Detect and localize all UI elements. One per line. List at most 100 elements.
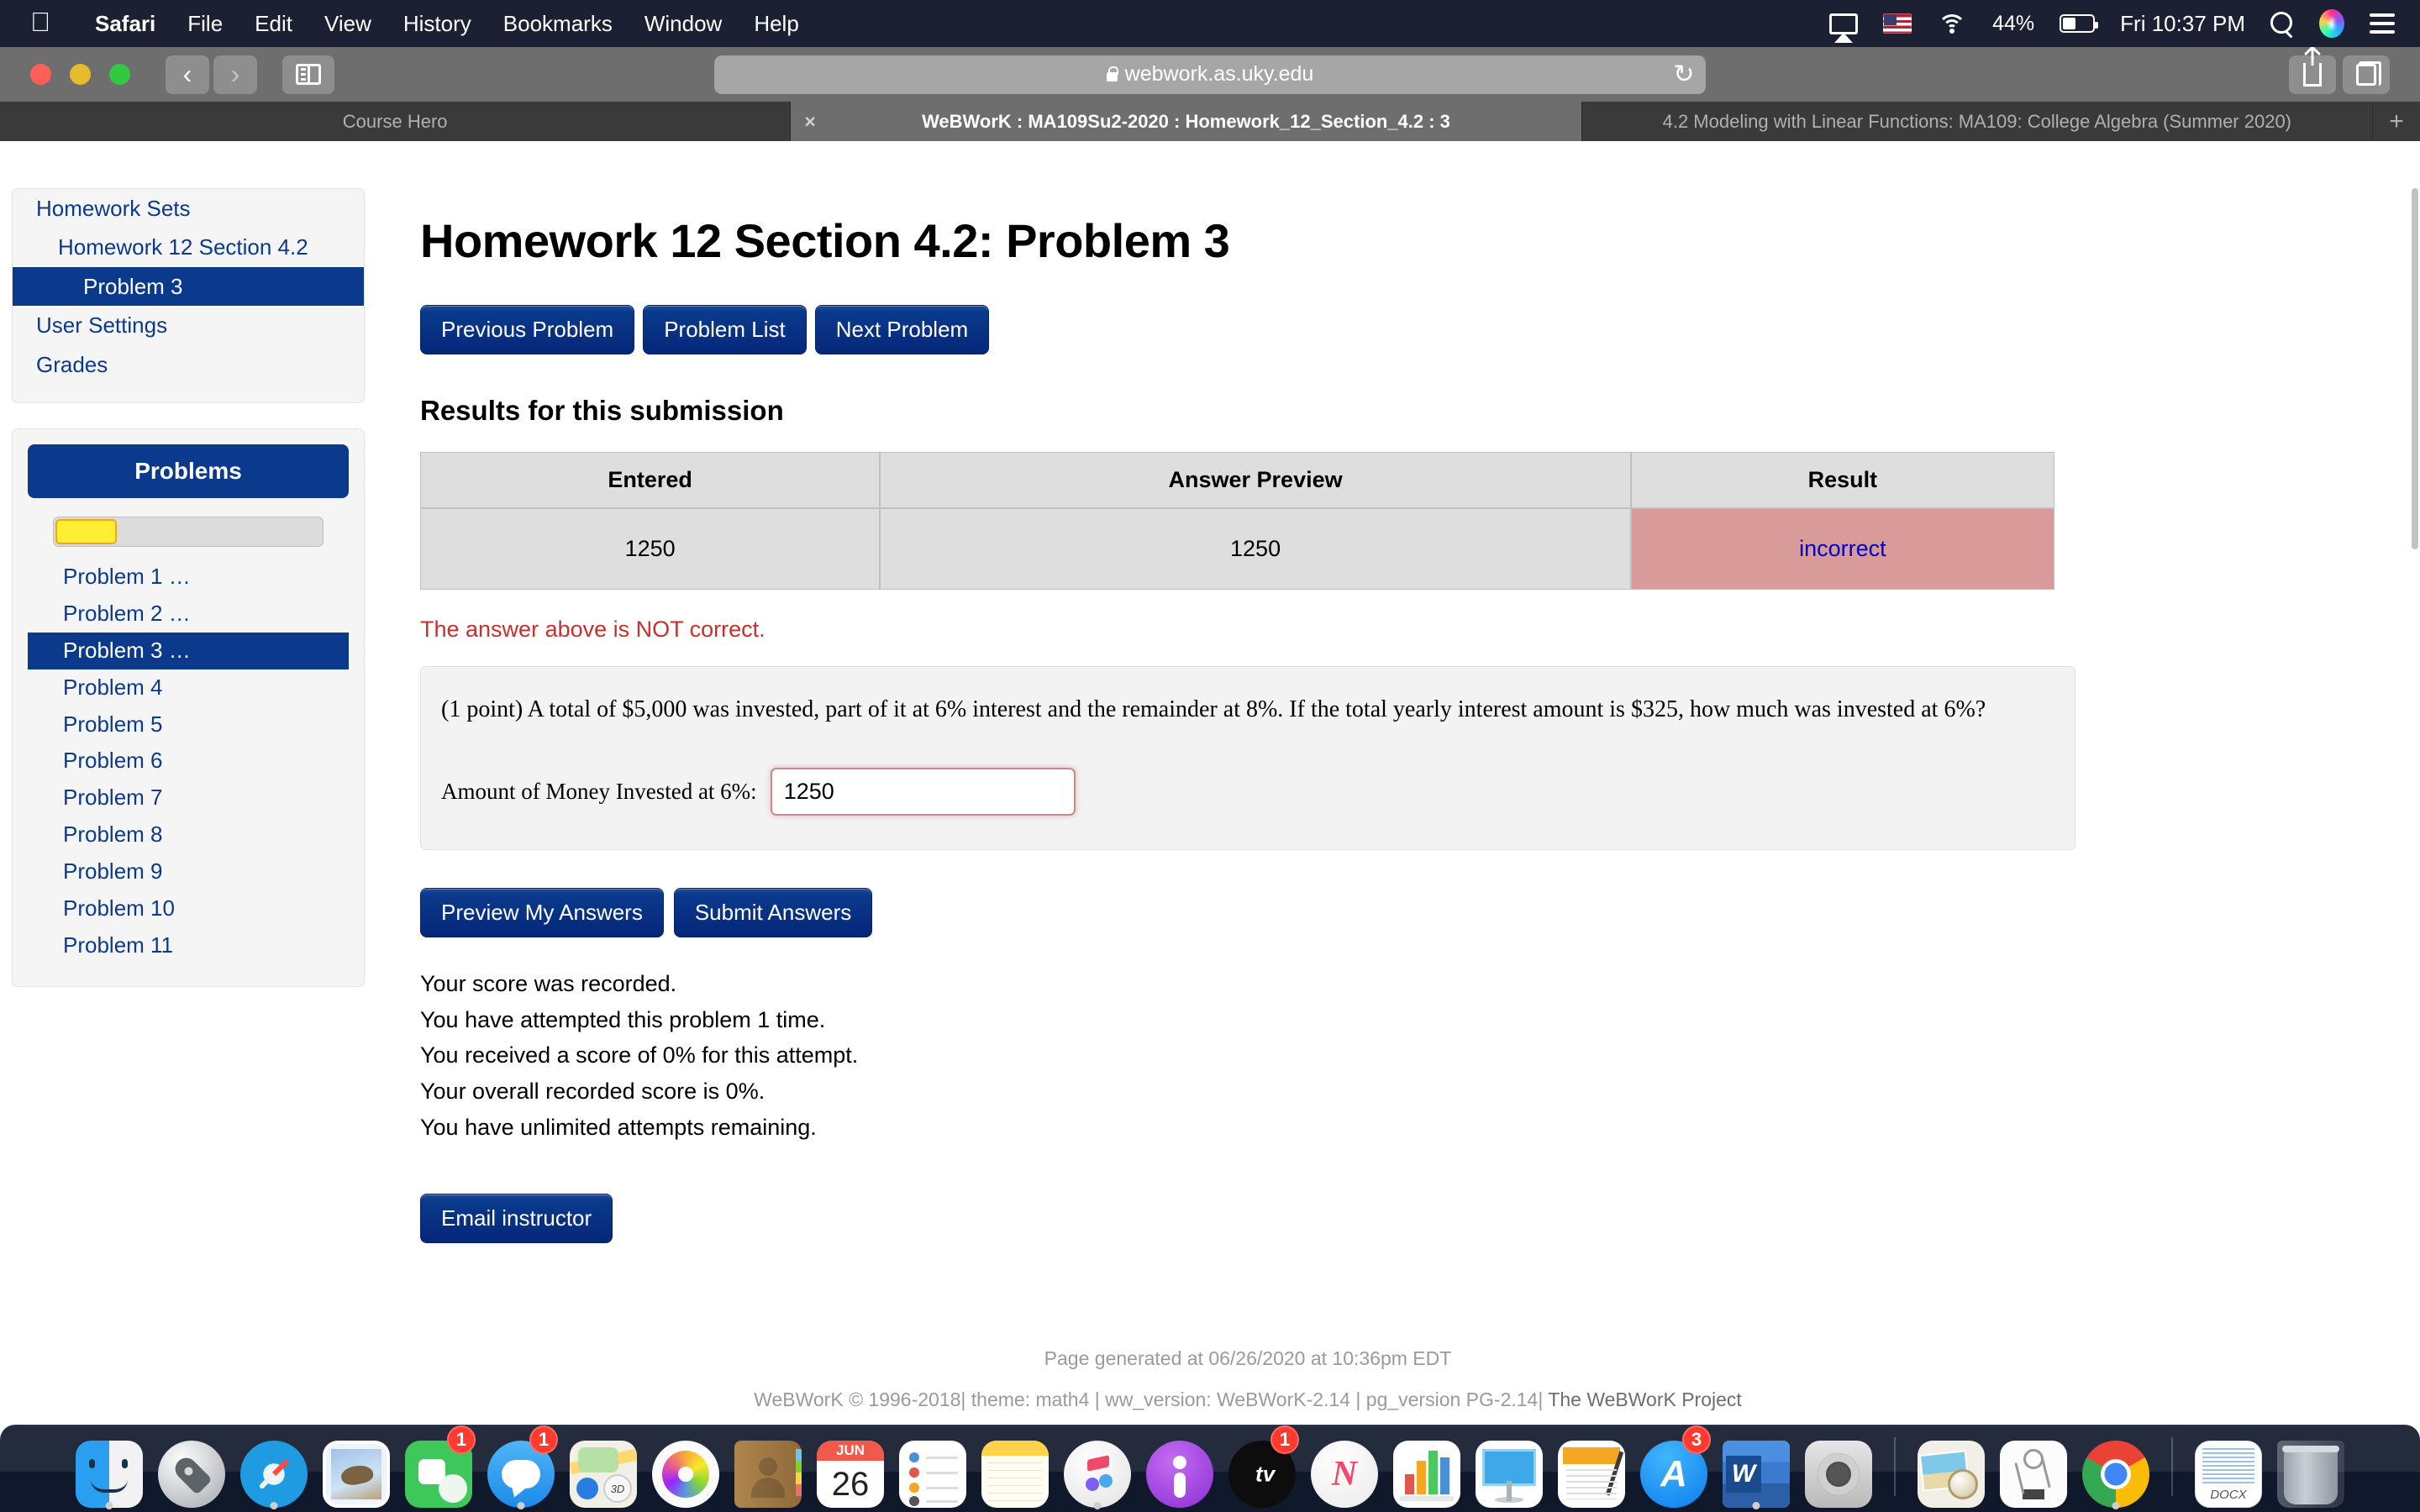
- airplay-icon[interactable]: [1829, 13, 1859, 34]
- dock-item-spice[interactable]: [1998, 1427, 2069, 1508]
- close-window-button[interactable]: [30, 64, 51, 85]
- problem-list-item-6[interactable]: Problem 6: [28, 743, 349, 780]
- search-icon[interactable]: [2270, 12, 2294, 35]
- menu-item-edit[interactable]: Edit: [239, 11, 308, 37]
- clock-label[interactable]: Fri 10:37 PM: [2120, 11, 2245, 37]
- next-problem-button[interactable]: Next Problem: [814, 305, 990, 354]
- running-indicator: [1093, 1502, 1102, 1509]
- notification-badge: 1: [447, 1425, 476, 1454]
- dock-item-google-chrome[interactable]: [2081, 1427, 2151, 1509]
- answer-input[interactable]: [770, 768, 1076, 816]
- sidebar-item-problem-3[interactable]: Problem 3: [13, 266, 364, 307]
- status-badge: incorrect: [1630, 508, 2054, 590]
- dock-item-apple-tv[interactable]: tv 1: [1227, 1425, 1299, 1508]
- running-indicator: [2112, 1502, 2120, 1509]
- control-center-icon[interactable]: [2370, 13, 2395, 34]
- dock-item-photos[interactable]: [650, 1427, 721, 1508]
- close-icon[interactable]: ×: [804, 110, 815, 133]
- back-button[interactable]: ‹: [166, 55, 209, 94]
- dock-item-reminders[interactable]: [897, 1427, 968, 1508]
- dock-item-mail[interactable]: [321, 1427, 392, 1508]
- word-label: W: [1726, 1456, 1761, 1493]
- tab-course-hero[interactable]: Course Hero: [0, 102, 792, 141]
- siri-icon[interactable]: [2319, 9, 2344, 38]
- problem-list-item-2[interactable]: Problem 2 …: [28, 596, 349, 633]
- tab-title: WeBWorK : MA109Su2-2020 : Homework_12_Se…: [922, 110, 1450, 132]
- apple-logo-icon[interactable]: : [30, 8, 50, 35]
- answer-field-label: Amount of Money Invested at 6%:: [441, 779, 757, 804]
- sidebar-item-grades[interactable]: Grades: [13, 345, 364, 384]
- problem-list-item-11[interactable]: Problem 11: [28, 927, 349, 964]
- share-icon[interactable]: [2289, 55, 2336, 94]
- sidebar-item-homework-sets[interactable]: Homework Sets: [13, 189, 364, 228]
- problem-list-item-4[interactable]: Problem 4: [28, 669, 349, 706]
- problem-list-item-8[interactable]: Problem 8: [28, 816, 349, 853]
- dock-item-microsoft-word[interactable]: W: [1721, 1427, 1791, 1509]
- dock-item-messages[interactable]: 1: [486, 1425, 558, 1509]
- wifi-icon[interactable]: [1937, 13, 1967, 34]
- dock-item-contacts[interactable]: [733, 1427, 803, 1508]
- sidebar-item-homework-12-section-4-2[interactable]: Homework 12 Section 4.2: [13, 228, 364, 266]
- maximize-window-button[interactable]: [109, 64, 130, 85]
- tab-overview-icon[interactable]: [2343, 55, 2390, 94]
- menu-item-help[interactable]: Help: [738, 11, 814, 37]
- webwork-page: Homework Sets Homework 12 Section 4.2 Pr…: [0, 188, 2420, 1472]
- dock-item-app-store[interactable]: A 3: [1639, 1425, 1711, 1508]
- menu-item-history[interactable]: History: [387, 11, 487, 37]
- problem-list-item-1[interactable]: Problem 1 …: [28, 559, 349, 596]
- us-flag-icon[interactable]: [1883, 13, 1912, 34]
- sidebar-toggle-icon[interactable]: [282, 55, 334, 94]
- problem-list-item-9[interactable]: Problem 9: [28, 853, 349, 890]
- dock-item-numbers[interactable]: [1392, 1427, 1462, 1508]
- lock-icon: [1106, 66, 1119, 81]
- notification-badge: 1: [1270, 1425, 1299, 1454]
- dock-item-podcasts[interactable]: [1144, 1427, 1215, 1508]
- webwork-project-link[interactable]: The WeBWorK Project: [1548, 1389, 1742, 1410]
- dock-item-trash[interactable]: [2275, 1427, 2346, 1508]
- dock-item-finder[interactable]: [74, 1427, 145, 1509]
- tab-webwork-problem[interactable]: × WeBWorK : MA109Su2-2020 : Homework_12_…: [791, 102, 1582, 141]
- address-bar[interactable]: webwork.as.uky.edu ↻: [714, 55, 1706, 94]
- page-scrollbar[interactable]: [2410, 188, 2420, 1472]
- tab-modeling-linear-functions[interactable]: 4.2 Modeling with Linear Functions: MA10…: [1582, 102, 2373, 141]
- menu-item-file[interactable]: File: [171, 11, 239, 37]
- menu-item-safari[interactable]: Safari: [79, 11, 171, 37]
- spice-circuit-icon: [2000, 1441, 2067, 1508]
- dock-item-news[interactable]: N: [1309, 1427, 1380, 1508]
- dock-item-preview[interactable]: [1916, 1427, 1986, 1508]
- dock-item-pages[interactable]: [1556, 1427, 1627, 1508]
- menu-item-window[interactable]: Window: [629, 11, 738, 37]
- dock-item-keynote[interactable]: [1474, 1427, 1544, 1508]
- dock-item-calendar[interactable]: JUN 26: [815, 1427, 886, 1508]
- problem-list-item-7[interactable]: Problem 7: [28, 780, 349, 816]
- email-instructor-row: Email instructor: [420, 1194, 2075, 1244]
- window-traffic-lights: [30, 64, 130, 85]
- problem-list-item-10[interactable]: Problem 10: [28, 890, 349, 927]
- menu-item-view[interactable]: View: [308, 11, 387, 37]
- problem-list-item-5[interactable]: Problem 5: [28, 706, 349, 743]
- email-instructor-button[interactable]: Email instructor: [420, 1194, 613, 1244]
- dock-item-launchpad[interactable]: [156, 1427, 227, 1508]
- sidebar-item-user-settings[interactable]: User Settings: [13, 306, 364, 344]
- new-tab-button[interactable]: +: [2372, 102, 2420, 141]
- reload-button[interactable]: ↻: [1662, 55, 1706, 94]
- minimize-window-button[interactable]: [70, 64, 91, 85]
- preview-my-answers-button[interactable]: Preview My Answers: [420, 888, 664, 937]
- previous-problem-button[interactable]: Previous Problem: [420, 305, 635, 354]
- microsoft-word-icon: W: [1723, 1441, 1790, 1508]
- dock-item-safari[interactable]: [239, 1427, 309, 1509]
- dock-item-notes[interactable]: [980, 1427, 1050, 1508]
- problem-list-button[interactable]: Problem List: [643, 305, 807, 354]
- problem-list-item-3[interactable]: Problem 3 …: [28, 632, 349, 669]
- forward-button[interactable]: ›: [213, 55, 257, 94]
- dock-item-itunes[interactable]: [1062, 1427, 1133, 1509]
- dock-item-facetime[interactable]: 1: [403, 1425, 476, 1508]
- battery-icon[interactable]: [2060, 14, 2099, 33]
- dock-item-docx-file[interactable]: DOCX: [2193, 1427, 2264, 1508]
- dock-item-system-preferences[interactable]: [1803, 1427, 1874, 1508]
- menu-bar-items:  Safari File Edit View History Bookmark…: [0, 8, 815, 37]
- dock-item-maps[interactable]: 3D: [568, 1427, 639, 1508]
- submit-answers-button[interactable]: Submit Answers: [673, 888, 873, 937]
- score-line: Your score was recorded.: [420, 971, 677, 996]
- menu-item-bookmarks[interactable]: Bookmarks: [487, 11, 629, 37]
